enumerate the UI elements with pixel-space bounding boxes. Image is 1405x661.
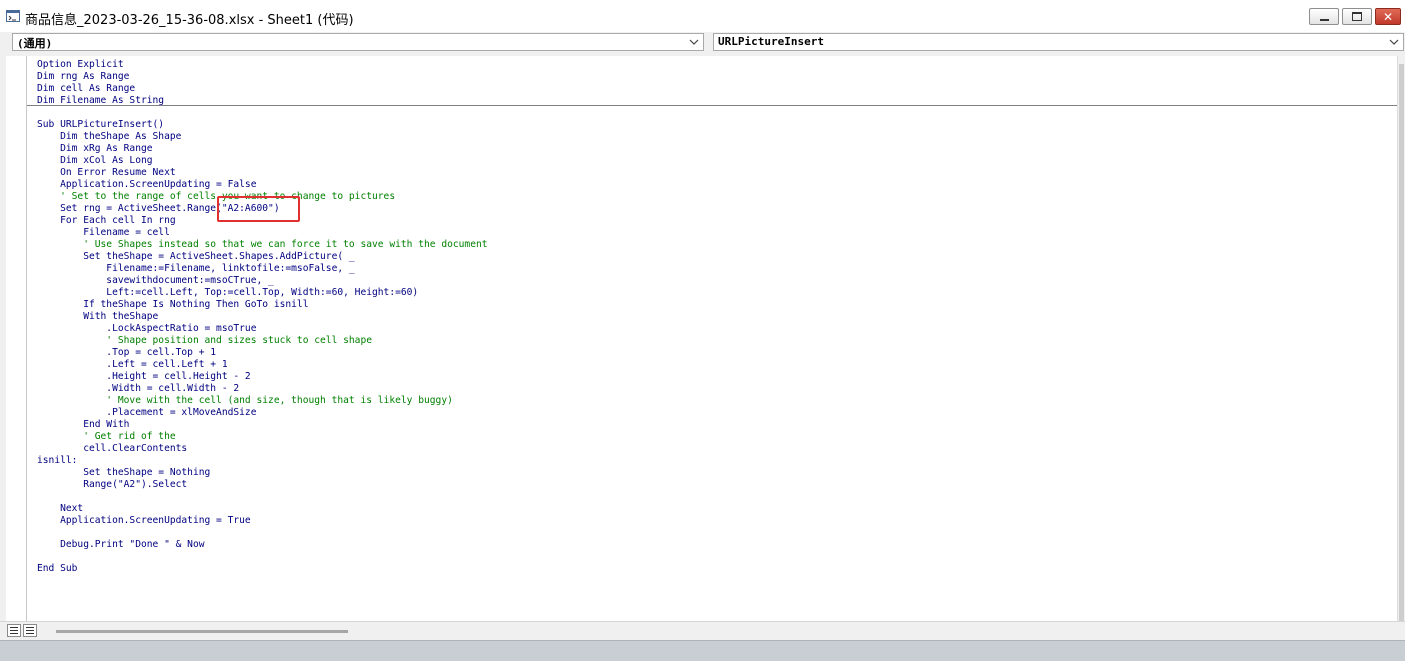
full-module-view-button[interactable] bbox=[23, 624, 37, 637]
annotation-highlight-box bbox=[217, 196, 300, 222]
code-line[interactable]: Dim xCol As Long bbox=[37, 155, 152, 166]
chevron-down-icon bbox=[689, 39, 699, 45]
code-pane-bottom-bar bbox=[0, 621, 1405, 640]
code-line[interactable]: Range("A2").Select bbox=[37, 479, 187, 490]
code-line[interactable]: Dim theShape As Shape bbox=[37, 131, 181, 142]
code-line[interactable]: .Placement = xlMoveAndSize bbox=[37, 407, 256, 418]
restore-icon bbox=[1352, 12, 1362, 21]
code-line[interactable]: .Left = cell.Left + 1 bbox=[37, 359, 227, 370]
vertical-scrollbar-thumb[interactable] bbox=[1399, 64, 1404, 624]
close-icon: ✕ bbox=[1382, 9, 1394, 24]
code-line[interactable]: Debug.Print "Done " & Now bbox=[37, 539, 204, 550]
code-line[interactable]: Next bbox=[37, 503, 83, 514]
code-line[interactable]: Option Explicit bbox=[37, 59, 124, 70]
code-line[interactable]: Set theShape = ActiveSheet.Shapes.AddPic… bbox=[37, 251, 354, 262]
horizontal-scrollbar-thumb[interactable] bbox=[56, 630, 348, 633]
minimize-button[interactable] bbox=[1309, 8, 1339, 25]
code-line[interactable]: End With bbox=[37, 419, 129, 430]
code-pane: Option Explicit Dim rng As Range Dim cel… bbox=[0, 54, 1405, 641]
vertical-scrollbar[interactable] bbox=[1397, 56, 1405, 624]
chevron-down-icon bbox=[1389, 39, 1399, 45]
procedure-dropdown[interactable]: URLPictureInsert bbox=[713, 33, 1404, 51]
close-button[interactable]: ✕ bbox=[1375, 8, 1401, 25]
code-window-dropdown-bar: (通用) URLPictureInsert bbox=[0, 32, 1405, 54]
vba-code-window-icon bbox=[6, 10, 20, 22]
procedure-dropdown-value: URLPictureInsert bbox=[718, 35, 824, 48]
code-line[interactable]: isnill: bbox=[37, 455, 77, 466]
window-titlebar[interactable]: 商品信息_2023-03-26_15-36-08.xlsx - Sheet1 (… bbox=[0, 0, 1405, 33]
restore-button[interactable] bbox=[1342, 8, 1372, 25]
code-comment-line[interactable]: ' Use Shapes instead so that we can forc… bbox=[37, 239, 487, 250]
code-line[interactable]: Set theShape = Nothing bbox=[37, 467, 210, 478]
code-line[interactable]: cell.ClearContents bbox=[37, 443, 187, 454]
code-line[interactable]: savewithdocument:=msoCTrue, _ bbox=[37, 275, 274, 286]
code-editor[interactable]: Option Explicit Dim rng As Range Dim cel… bbox=[27, 56, 1397, 621]
code-line[interactable]: Dim xRg As Range bbox=[37, 143, 152, 154]
code-line[interactable]: Filename = cell bbox=[37, 227, 170, 238]
window-controls: ✕ bbox=[1309, 8, 1401, 25]
code-text[interactable]: Option Explicit Dim rng As Range Dim cel… bbox=[37, 59, 488, 575]
code-line[interactable]: If theShape Is Nothing Then GoTo isnill bbox=[37, 299, 308, 310]
code-line[interactable]: End Sub bbox=[37, 563, 77, 574]
code-line[interactable]: Application.ScreenUpdating = True bbox=[37, 515, 251, 526]
procedure-view-icon bbox=[8, 627, 20, 634]
code-line[interactable]: .Height = cell.Height - 2 bbox=[37, 371, 250, 382]
window-title: 商品信息_2023-03-26_15-36-08.xlsx - Sheet1 (… bbox=[25, 13, 354, 28]
code-line[interactable]: .LockAspectRatio = msoTrue bbox=[37, 323, 256, 334]
code-comment-line[interactable]: ' Shape position and sizes stuck to cell… bbox=[37, 335, 372, 346]
code-line[interactable]: For Each cell In rng bbox=[37, 215, 176, 226]
code-line[interactable]: Sub URLPictureInsert() bbox=[37, 119, 164, 130]
code-line[interactable]: With theShape bbox=[37, 311, 158, 322]
object-dropdown-value: (通用) bbox=[17, 37, 53, 50]
code-line[interactable]: Application.ScreenUpdating = False bbox=[37, 179, 256, 190]
procedure-view-button[interactable] bbox=[7, 624, 21, 637]
code-line[interactable]: On Error Resume Next bbox=[37, 167, 176, 178]
margin-indicator-bar[interactable] bbox=[6, 56, 27, 621]
code-comment-line[interactable]: ' Move with the cell (and size, though t… bbox=[37, 395, 453, 406]
code-line[interactable]: Dim cell As Range bbox=[37, 83, 135, 94]
full-module-view-icon bbox=[24, 627, 36, 634]
code-comment-line[interactable]: ' Get rid of the bbox=[37, 431, 175, 442]
code-line[interactable]: .Top = cell.Top + 1 bbox=[37, 347, 216, 358]
minimize-icon bbox=[1319, 18, 1329, 21]
code-line[interactable]: Dim rng As Range bbox=[37, 71, 129, 82]
code-line[interactable]: .Width = cell.Width - 2 bbox=[37, 383, 239, 394]
code-line[interactable]: Left:=cell.Left, Top:=cell.Top, Width:=6… bbox=[37, 287, 418, 298]
declarations-separator bbox=[27, 105, 1397, 106]
status-bar bbox=[0, 640, 1405, 661]
object-dropdown[interactable]: (通用) bbox=[12, 33, 704, 51]
code-line[interactable]: Filename:=Filename, linktofile:=msoFalse… bbox=[37, 263, 354, 274]
